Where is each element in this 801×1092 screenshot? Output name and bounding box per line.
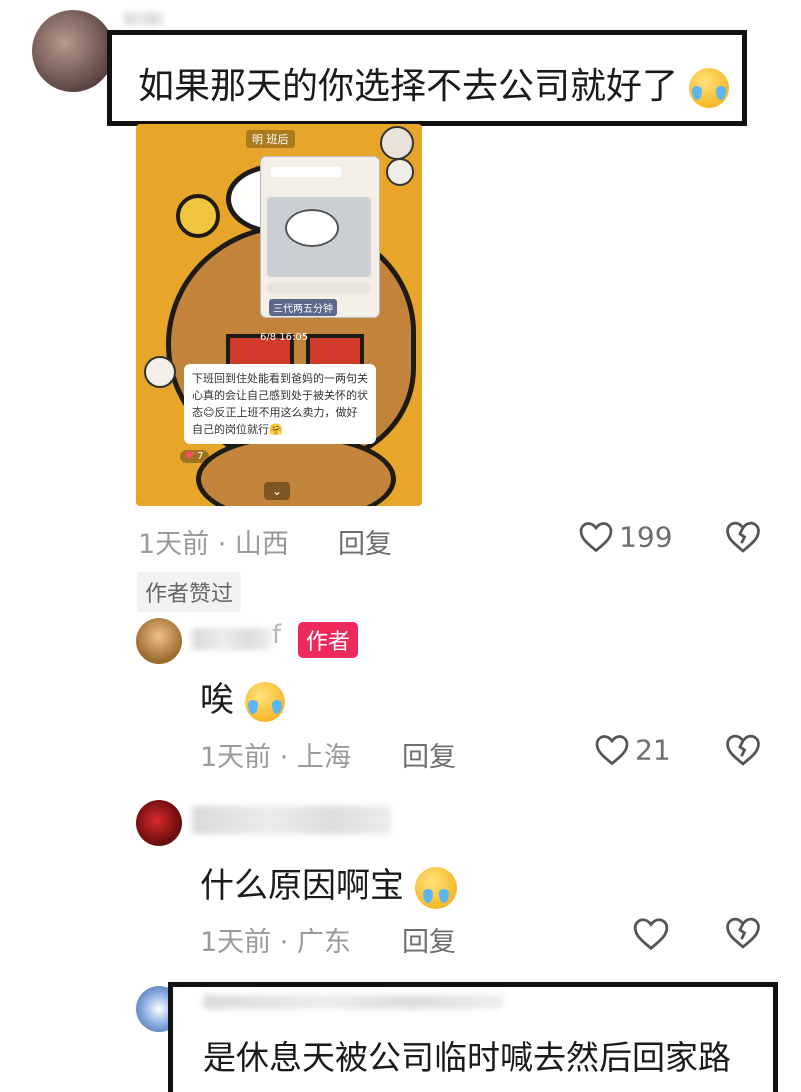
reply-timestamp-location: 1天前 · 广东 xyxy=(200,927,351,958)
comment-text-content: 如果那天的你选择不去公司就好了 xyxy=(138,66,679,107)
reply-button[interactable]: 回复 xyxy=(338,522,392,561)
image-date: 6/8 16:05 xyxy=(260,332,309,343)
comment-text: 如果那天的你选择不去公司就好了 xyxy=(138,57,730,109)
pleading-tears-emoji xyxy=(414,866,457,909)
dislike-button[interactable] xyxy=(724,916,762,954)
image-avatar-small-2 xyxy=(386,158,414,186)
dislike-button[interactable] xyxy=(724,520,762,558)
like-count: 199 xyxy=(619,520,673,554)
reaction-badge: ♥ 7 xyxy=(180,450,209,463)
comment-image[interactable]: 明 班后 三代两五分钟 6/8 16:05 下班回到住处能看到爸妈的一两句关心真… xyxy=(136,124,422,506)
commenter-name-blurred[interactable] xyxy=(192,806,392,834)
commenter-avatar[interactable] xyxy=(136,800,182,846)
heart-outline-icon xyxy=(595,735,629,766)
commenter-avatar[interactable] xyxy=(32,10,114,92)
reply-text: 是休息天被公司临时喊去然后回家路 xyxy=(203,1038,731,1077)
reply-text: 唉 xyxy=(200,672,285,722)
like-count: 21 xyxy=(635,733,671,767)
reply-text-box: 是休息天被公司临时喊去然后回家路 xyxy=(168,982,778,1092)
inner-phone-card: 三代两五分钟 xyxy=(260,156,380,318)
heart-outline-icon xyxy=(579,522,613,553)
loudly-crying-emoji xyxy=(244,681,285,722)
commenter-name-blurred[interactable] xyxy=(203,995,503,1009)
reply-button[interactable]: 回复 xyxy=(402,735,456,774)
author-avatar[interactable] xyxy=(136,618,182,664)
message-bubble: 下班回到住处能看到爸妈的一两句关心真的会让自己感到处于被关怀的状态😊反正上班不用… xyxy=(184,364,376,444)
reply-text-content: 唉 xyxy=(200,680,234,720)
reply-timestamp-location: 1天前 · 上海 xyxy=(200,742,351,773)
loudly-crying-emoji xyxy=(689,68,730,108)
message-avatar xyxy=(144,356,176,388)
commenter-name-blurred[interactable] xyxy=(124,12,164,26)
reply-text-content: 什么原因啊宝 xyxy=(200,866,404,906)
heart-outline-icon xyxy=(633,918,669,951)
image-header: 明 班后 xyxy=(246,130,295,148)
heart-icon: ♥ xyxy=(185,451,194,462)
author-liked-badge: 作者赞过 xyxy=(137,572,242,612)
image-avatar-small xyxy=(380,126,414,160)
like-button[interactable] xyxy=(632,916,670,956)
author-name-blurred[interactable] xyxy=(192,628,272,650)
inner-caption: 三代两五分钟 xyxy=(269,299,337,316)
author-name-suffix[interactable]: f xyxy=(272,620,281,650)
dislike-button[interactable] xyxy=(724,733,762,771)
broken-heart-icon xyxy=(726,521,760,553)
broken-heart-icon xyxy=(726,734,760,766)
like-button[interactable]: 199 xyxy=(578,520,673,556)
chevron-down-icon: ⌄ xyxy=(264,482,290,500)
like-button[interactable]: 21 xyxy=(594,733,671,767)
reply-text: 什么原因啊宝 xyxy=(200,858,457,909)
broken-heart-icon xyxy=(726,917,760,949)
reaction-count: 7 xyxy=(197,451,204,462)
message-text: 下班回到住处能看到爸妈的一两句关心真的会让自己感到处于被关怀的状态😊反正上班不用… xyxy=(192,372,368,436)
comment-timestamp-location: 1天前 · 山西 xyxy=(138,529,289,560)
reply-button[interactable]: 回复 xyxy=(402,920,456,959)
comment-text-box: 如果那天的你选择不去公司就好了 xyxy=(107,30,747,126)
author-tag: 作者 xyxy=(298,622,359,658)
